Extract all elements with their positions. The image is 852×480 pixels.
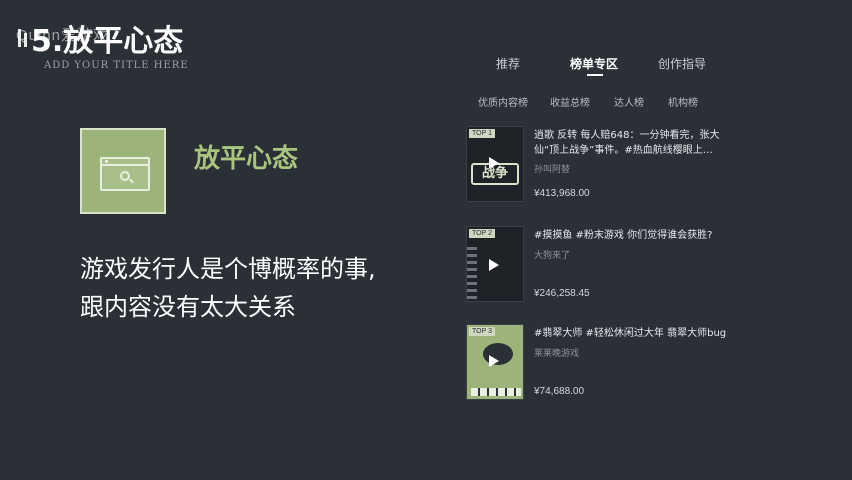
tab-recommend[interactable]: 推荐	[496, 55, 520, 72]
subtab-agencies[interactable]: 机构榜	[668, 94, 698, 109]
subtab-quality-content[interactable]: 优质内容榜	[478, 94, 528, 109]
video-title[interactable]: #翡翠大师 #轻松休闲过大年 翡翠大师bug	[534, 326, 730, 341]
thumb-inventory-strip	[471, 388, 521, 396]
play-icon[interactable]	[489, 355, 499, 367]
video-author: 孙叫阿替	[534, 165, 571, 175]
video-title[interactable]: 逍歌 反转 每人赔648：一分钟看完，张大仙“顶上战争”事件。#热血航线樱眼上…	[534, 128, 730, 158]
title-bars-icon	[18, 29, 27, 47]
tab-creation-guide[interactable]: 创作指导	[658, 55, 706, 72]
card-body: 游戏发行人是个博概率的事, 跟内容没有太大关系	[80, 250, 376, 326]
video-title[interactable]: #摸摸鱼 #粉末游戏 你们觉得谁会获胜?	[534, 228, 730, 243]
video-revenue: ¥413,968.00	[534, 188, 590, 199]
list-item[interactable]: TOP 1 战争 逍歌 反转 每人赔648：一分钟看完，张大仙“顶上战争”事件。…	[466, 126, 766, 202]
play-icon[interactable]	[489, 259, 499, 271]
video-thumbnail[interactable]: TOP 2	[466, 226, 524, 302]
card-body-line-1: 游戏发行人是个博概率的事,	[80, 255, 376, 283]
card-body-line-2: 跟内容没有太大关系	[80, 293, 296, 321]
rank-badge: TOP 1	[469, 129, 495, 138]
tab-rankings[interactable]: 榜单专区	[570, 55, 618, 72]
subtab-revenue-total[interactable]: 收益总榜	[550, 94, 590, 109]
video-revenue: ¥74,688.00	[534, 386, 585, 397]
rank-badge: TOP 3	[469, 327, 495, 336]
card-headline: 放平心态	[194, 144, 299, 174]
browser-search-icon	[100, 157, 150, 191]
rank-badge: TOP 2	[469, 229, 495, 238]
video-author: 莱莱晚游戏	[534, 349, 580, 359]
thumb-text-column	[467, 247, 477, 299]
slide-title: 5.放平心态	[18, 16, 183, 60]
video-author: 大狗来了	[534, 251, 571, 261]
list-item[interactable]: TOP 3 #翡翠大师 #轻松休闲过大年 翡翠大师bug 莱莱晚游戏 ¥74,6…	[466, 324, 766, 400]
slide-title-text: 5.放平心态	[31, 24, 184, 59]
play-icon[interactable]	[489, 157, 499, 169]
browser-window-card	[80, 128, 166, 214]
slide-subtitle: ADD YOUR TITLE HERE	[44, 60, 189, 71]
subtab-creators[interactable]: 达人榜	[614, 94, 644, 109]
panel-subtabs: 优质内容榜 收益总榜 达人榜 机构榜	[478, 94, 698, 109]
video-thumbnail[interactable]: TOP 3	[466, 324, 524, 400]
active-tab-indicator	[587, 74, 603, 76]
panel-tabs: 推荐 榜单专区 创作指导	[496, 55, 706, 72]
list-item[interactable]: TOP 2 #摸摸鱼 #粉末游戏 你们觉得谁会获胜? 大狗来了 ¥246,258…	[466, 226, 766, 302]
video-revenue: ¥246,258.45	[534, 288, 590, 299]
video-thumbnail[interactable]: TOP 1 战争	[466, 126, 524, 202]
